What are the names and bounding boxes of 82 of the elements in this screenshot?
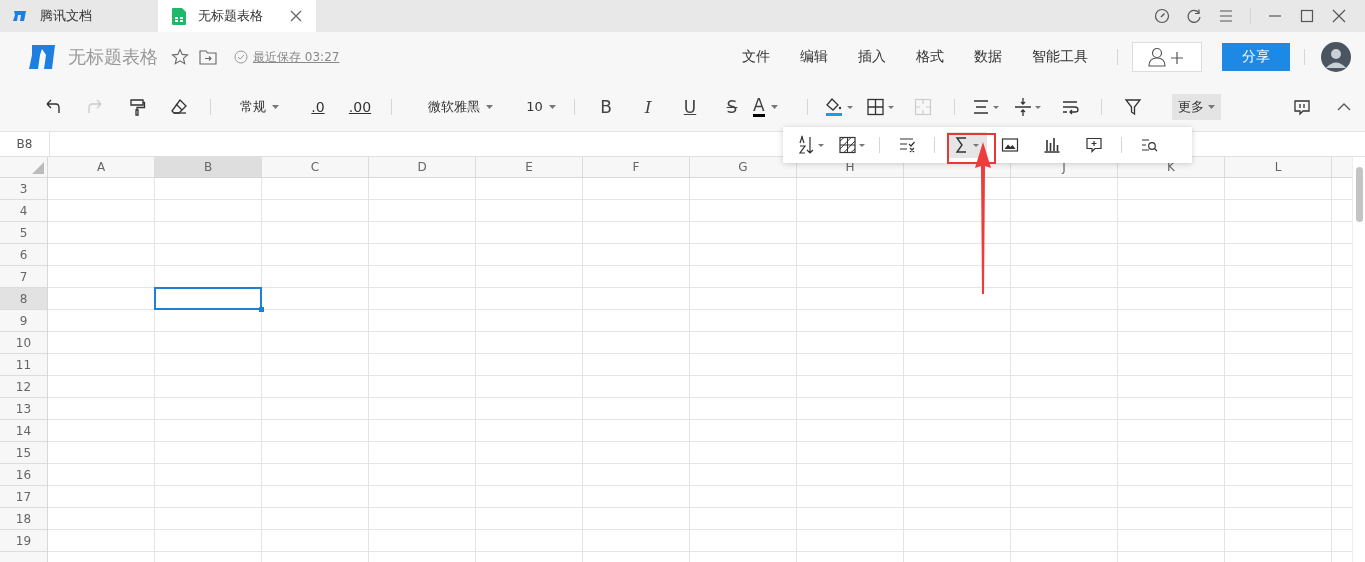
italic-button[interactable]: I [627,92,669,121]
scrollbar-track[interactable] [1352,157,1365,562]
logo-icon[interactable] [28,44,56,70]
document-tab[interactable]: 无标题表格 [158,0,316,32]
increase-decimal-button[interactable]: .00 [339,98,381,115]
row-header[interactable]: 9 [0,310,47,332]
font-size-dropdown[interactable]: 10 [518,92,564,121]
row-header[interactable]: 13 [0,398,47,420]
caret-icon [485,104,493,109]
column-header[interactable]: B [155,157,262,177]
share-button[interactable]: 分享 [1222,43,1290,71]
underline-button[interactable]: U [669,92,711,121]
spreadsheet-icon [172,7,186,25]
row-header[interactable]: 11 [0,354,47,376]
add-collaborator-button[interactable] [1132,42,1202,72]
row-header[interactable]: 16 [0,464,47,486]
row-header[interactable]: 8 [0,288,47,310]
menu-item[interactable]: 数据 [974,48,1002,66]
menu-item[interactable]: 智能工具 [1032,48,1088,66]
selected-cell[interactable] [154,287,262,310]
row-header[interactable]: 14 [0,420,47,442]
row-header[interactable]: 3 [0,178,47,200]
scrollbar-thumb[interactable] [1356,167,1363,222]
row-header[interactable]: 12 [0,376,47,398]
name-box[interactable]: B8 [0,132,50,156]
caret-icon [271,104,279,109]
check-circle-icon [234,50,248,64]
row-header[interactable]: 19 [0,530,47,552]
comment-icon[interactable] [1293,97,1311,116]
close-icon[interactable] [290,10,302,22]
column-header[interactable]: F [583,157,690,177]
folder-icon[interactable] [199,49,217,65]
borders-icon[interactable] [866,96,896,117]
star-icon[interactable] [171,48,189,66]
font-dropdown[interactable]: 微软雅黑 [402,92,518,121]
caret-icon [770,104,778,109]
avatar-icon[interactable] [1321,42,1351,72]
row-header[interactable]: 4 [0,200,47,222]
maximize-icon[interactable] [1299,8,1315,24]
row-header[interactable]: 6 [0,244,47,266]
font-color-button[interactable]: A [753,92,797,121]
vertical-align-icon[interactable] [1013,96,1043,117]
cell-grid[interactable] [48,178,1352,562]
row-header[interactable]: 5 [0,222,47,244]
save-status-link[interactable]: 最近保存 03:27 [253,48,340,66]
strikethrough-button[interactable]: S [711,92,753,121]
menu-item[interactable]: 文件 [742,48,770,66]
number-format-dropdown[interactable]: 常规 [221,92,297,121]
corner-triangle-icon [32,162,44,174]
logo-icon [12,8,28,24]
column-header[interactable]: D [369,157,476,177]
menu-item[interactable]: 插入 [858,48,886,66]
column-header[interactable]: C [262,157,369,177]
row-header[interactable]: 18 [0,508,47,530]
format-painter-icon[interactable] [128,97,146,116]
decrease-decimal-button[interactable]: .0 [297,98,339,115]
image-icon[interactable] [1001,136,1019,154]
more-button[interactable]: 更多 [1172,93,1221,120]
filter-icon[interactable] [1124,97,1142,116]
find-icon[interactable] [1140,136,1158,154]
eraser-icon[interactable] [170,97,188,116]
fill-color-icon[interactable] [824,96,854,117]
row-header[interactable]: 17 [0,486,47,508]
menu-item[interactable]: 编辑 [800,48,828,66]
caret-icon [548,104,556,109]
caret-icon [1208,104,1215,109]
column-header[interactable]: E [476,157,583,177]
undo-icon[interactable] [44,97,62,116]
row-header[interactable]: 15 [0,442,47,464]
refresh-icon[interactable] [1186,8,1202,24]
document-tab[interactable]: 腾讯文档 [0,0,158,32]
bar-chart-icon[interactable] [1043,136,1061,154]
menu-item[interactable]: 格式 [916,48,944,66]
fill-handle[interactable] [259,307,264,312]
row-header[interactable]: 10 [0,332,47,354]
add-comment-icon[interactable] [1085,136,1103,154]
compass-icon[interactable] [1154,8,1170,24]
bold-button[interactable]: B [585,92,627,121]
data-validation-icon[interactable] [898,136,916,154]
cell-style-icon[interactable] [838,135,868,155]
column-header[interactable]: L [1225,157,1332,177]
close-icon[interactable] [1331,8,1347,24]
